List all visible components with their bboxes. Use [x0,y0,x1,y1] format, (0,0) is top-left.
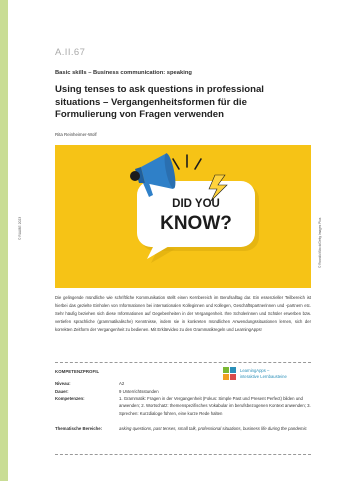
bubble-text-line2: KNOW? [160,213,232,234]
profile-heading: KOMPETENZPROFIL [55,369,100,374]
unit-subtitle: Basic skills – Business communication: s… [55,70,192,76]
profile-value: asking questions, past tenses, small tal… [119,426,307,431]
profile-key: Dauer: [55,388,69,394]
copyright-label: © RAABE 2023 [18,216,22,240]
profile-value: 1. Grammatik: Fragen in der Vergangenhei… [119,396,311,416]
badge-line2: interaktive Lernbausteine [240,373,287,379]
did-you-know-illustration: DID YOU KNOW? [130,153,259,263]
learningapps-badge: LearningApps – interaktive Lernbausteine [223,367,303,381]
hero-image: DID YOU KNOW? [55,145,311,288]
profile-value: 9 Unterrichtsstunden [119,388,159,394]
profile-value: A2 [119,381,125,386]
profile-key: Thematische Bereiche: [55,426,103,431]
bubble-text-line1: DID YOU [172,198,220,210]
author-name: Rita Reinheimer-Wolf [55,132,97,137]
profile-key: Niveau: [55,381,71,386]
left-accent-bar [0,0,8,481]
profile-key: Kompetenzen: [55,396,85,401]
competence-profile: KOMPETENZPROFIL LearningApps – interakti… [55,362,311,455]
page-title: Using tenses to ask questions in profess… [55,84,264,120]
badge-line1: LearningApps – [240,368,270,373]
intro-paragraph: Die gelingende mündliche wie schriftlich… [55,295,311,332]
image-credit: © Ronstik/iStock/Getty Images Plus [318,217,322,268]
learningapps-icon [223,367,236,380]
unit-code: A.II.67 [55,47,86,58]
